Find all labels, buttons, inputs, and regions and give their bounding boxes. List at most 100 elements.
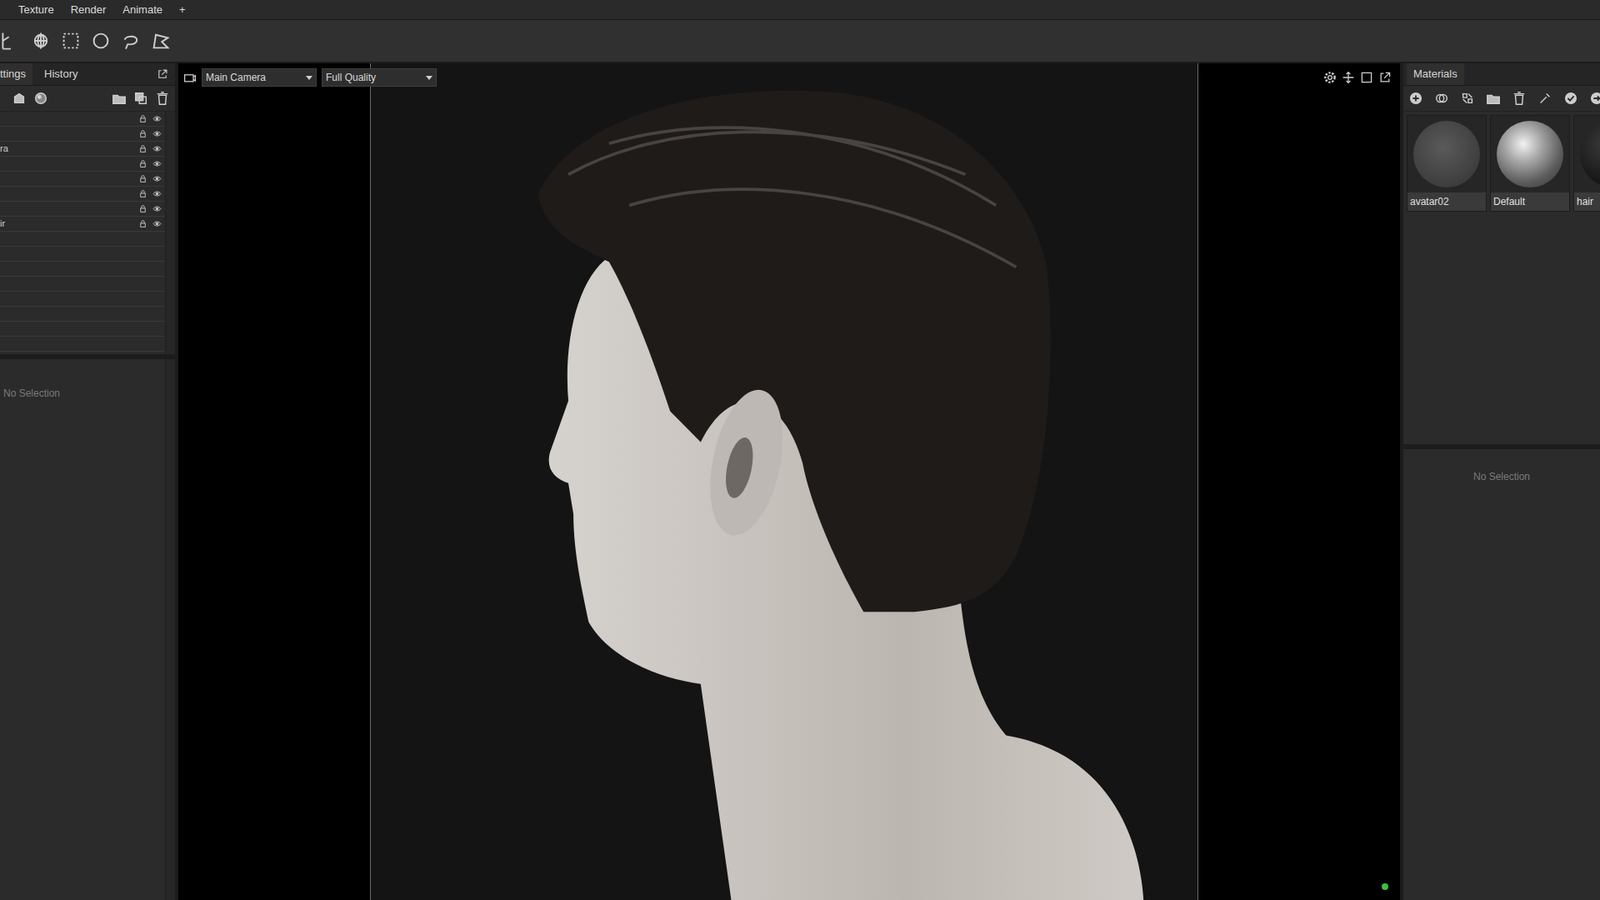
eye-icon[interactable] xyxy=(152,204,162,214)
quality-dropdown-label: Full Quality xyxy=(325,70,376,85)
rect-select-icon[interactable] xyxy=(60,30,81,51)
materials-toolbar xyxy=(1403,85,1600,111)
material-name: avatar02 xyxy=(1407,192,1486,211)
duplicate-icon[interactable] xyxy=(1434,90,1450,106)
material-preview xyxy=(1580,120,1600,188)
empty-row xyxy=(0,306,165,322)
picker-icon[interactable] xyxy=(1537,90,1553,106)
viewport-header: Main Camera Full Quality xyxy=(183,68,1392,87)
scrollbar[interactable] xyxy=(165,359,175,900)
transform-icon[interactable] xyxy=(0,30,21,51)
camera-dropdown[interactable]: Main Camera xyxy=(201,68,317,87)
quality-dropdown[interactable]: Full Quality xyxy=(321,68,437,87)
eye-icon[interactable] xyxy=(152,129,162,139)
panel-tab[interactable]: ttings xyxy=(0,63,33,85)
camera-icon[interactable] xyxy=(183,70,197,85)
empty-row xyxy=(0,336,165,352)
scene-panel: ttingsHistory ra ir No Selection xyxy=(0,63,179,900)
materials-tabs: Materials xyxy=(1403,63,1600,86)
lock-icon[interactable] xyxy=(138,114,148,124)
material-name: hair xyxy=(1574,192,1600,211)
checker-icon[interactable] xyxy=(1460,90,1475,106)
scrollbar[interactable] xyxy=(165,111,175,355)
delete-icon[interactable] xyxy=(155,90,170,106)
menu-item[interactable]: + xyxy=(170,0,195,20)
material-thumb[interactable]: Default xyxy=(1490,115,1570,212)
apply-icon[interactable] xyxy=(1563,90,1579,106)
material-thumb[interactable]: hair xyxy=(1573,115,1600,212)
empty-row xyxy=(0,261,165,277)
scene-row[interactable] xyxy=(0,201,165,217)
scene-row[interactable]: ra xyxy=(0,141,165,157)
toolbar xyxy=(0,20,1600,64)
empty-row xyxy=(0,276,165,292)
scene-list: ra ir xyxy=(0,110,175,355)
duplicate-icon[interactable] xyxy=(133,90,149,106)
move-icon[interactable] xyxy=(1341,70,1355,85)
folder-icon[interactable] xyxy=(111,90,127,106)
sphere-icon[interactable] xyxy=(33,90,49,106)
material-properties: No Selection xyxy=(1403,444,1600,900)
lasso-icon[interactable] xyxy=(120,30,141,51)
no-selection-label: No Selection xyxy=(1473,469,1530,900)
maximize-icon[interactable] xyxy=(1360,70,1374,85)
menu-item[interactable]: Texture xyxy=(10,0,63,20)
lock-icon[interactable] xyxy=(138,219,148,229)
scene-row[interactable] xyxy=(0,126,165,142)
head-render-icon xyxy=(370,63,1198,900)
scene-tabs: ttingsHistory xyxy=(0,63,175,86)
rotate-icon[interactable] xyxy=(30,30,51,51)
scene-row[interactable] xyxy=(0,156,165,172)
add-object-icon[interactable] xyxy=(11,90,27,106)
folder-icon[interactable] xyxy=(1485,90,1501,106)
lock-icon[interactable] xyxy=(138,174,148,184)
render-view[interactable] xyxy=(370,63,1199,900)
lock-icon[interactable] xyxy=(138,129,148,139)
scene-row-label: ra xyxy=(0,141,139,156)
lock-icon[interactable] xyxy=(138,189,148,199)
scene-row-label: ir xyxy=(0,216,139,231)
empty-row xyxy=(0,246,165,262)
lock-icon[interactable] xyxy=(138,204,148,214)
popout-icon[interactable] xyxy=(156,68,169,80)
viewport[interactable]: Main Camera Full Quality xyxy=(178,63,1400,900)
properties-panel: No Selection xyxy=(0,354,175,900)
scene-row[interactable]: ir xyxy=(0,216,165,232)
no-selection-label: No Selection xyxy=(3,385,165,401)
panel-tab[interactable]: Materials xyxy=(1406,63,1465,85)
panel-tab[interactable]: History xyxy=(37,63,85,85)
gear-icon[interactable] xyxy=(1323,70,1337,85)
menu-item[interactable]: Animate xyxy=(114,0,171,20)
scene-row[interactable] xyxy=(0,171,165,187)
caret-icon xyxy=(305,75,313,80)
material-preview xyxy=(1413,120,1480,188)
eye-icon[interactable] xyxy=(152,144,162,154)
workspace: ttingsHistory ra ir No Selection Main Camera… xyxy=(0,63,1600,900)
export-icon[interactable] xyxy=(1589,90,1600,106)
circle-select-icon[interactable] xyxy=(90,30,111,51)
material-list: avatar02Defaulthair xyxy=(1403,110,1600,445)
menu-item[interactable]: Render xyxy=(62,0,115,20)
menu-bar: TextureRenderAnimate+ xyxy=(0,0,1600,20)
scene-row[interactable] xyxy=(0,111,165,127)
eye-icon[interactable] xyxy=(152,189,162,199)
eye-icon[interactable] xyxy=(152,159,162,169)
empty-row xyxy=(0,291,165,307)
camera-dropdown-label: Main Camera xyxy=(205,70,266,85)
material-name: Default xyxy=(1490,192,1570,211)
eye-icon[interactable] xyxy=(152,219,162,229)
material-thumb[interactable]: avatar02 xyxy=(1406,115,1487,212)
caret-icon xyxy=(425,75,433,80)
add-icon[interactable] xyxy=(1408,90,1424,106)
empty-row xyxy=(0,231,165,247)
popout-icon[interactable] xyxy=(1378,70,1392,85)
lock-icon[interactable] xyxy=(138,159,148,169)
properties-body: No Selection xyxy=(0,359,165,900)
eye-icon[interactable] xyxy=(152,174,162,184)
scene-row[interactable] xyxy=(0,186,165,202)
eye-icon[interactable] xyxy=(152,114,162,124)
delete-icon[interactable] xyxy=(1511,90,1527,106)
polygon-select-icon[interactable] xyxy=(150,30,171,51)
materials-panel: Materials avatar02Defaulthair No Selection xyxy=(1400,63,1600,900)
lock-icon[interactable] xyxy=(138,144,148,154)
